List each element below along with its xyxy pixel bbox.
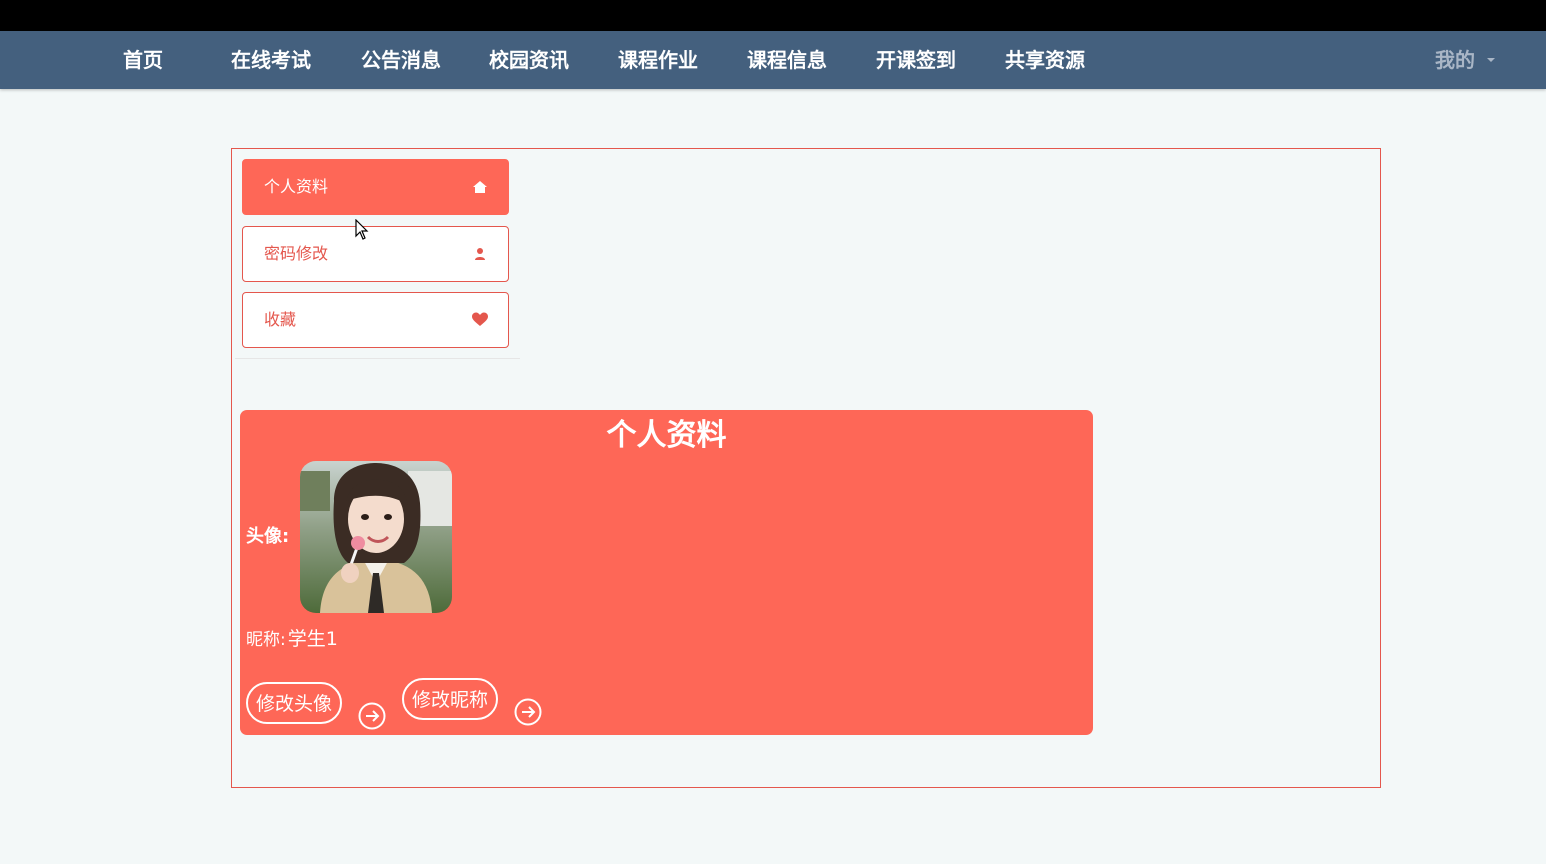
home-icon [473,181,487,193]
chevron-down-icon [1487,57,1495,62]
side-menu-item-label: 密码修改 [264,244,329,263]
nickname-value: 学生1 [287,628,338,650]
arrow-right-circle-icon[interactable] [358,702,386,730]
main-navbar: 首页 在线考试 公告消息 校园资讯 课程作业 课程信息 开课签到 共享资源 我的 [0,31,1546,89]
side-menu-item-favorites[interactable]: 收藏 [242,292,509,348]
nav-mine-dropdown[interactable]: 我的 [1435,31,1495,89]
nickname-row: 昵称: 学生1 [246,624,338,651]
side-menu-item-profile[interactable]: 个人资料 [242,159,509,215]
side-menu-item-label: 个人资料 [264,177,329,196]
nav-item-class-checkin[interactable]: 开课签到 [876,31,956,89]
change-avatar-button[interactable]: 修改头像 [246,682,343,724]
nav-item-campus-news[interactable]: 校园资讯 [489,31,569,89]
nav-item-course-homework[interactable]: 课程作业 [618,31,698,89]
profile-title: 个人资料 [606,418,727,453]
nav-item-announcements[interactable]: 公告消息 [361,31,441,89]
heart-icon [472,312,488,326]
profile-card: 个人资料 头像: 昵称: 学生1 修改头像 修改昵称 [240,410,1093,735]
arrow-right-circle-icon[interactable] [514,698,542,726]
avatar-label: 头像: [246,526,290,547]
nav-item-shared-resources[interactable]: 共享资源 [1005,31,1085,89]
top-black-bar [0,0,1546,31]
mouse-cursor-icon [355,219,369,240]
side-menu-item-password[interactable]: 密码修改 [242,226,509,282]
nav-item-online-exam[interactable]: 在线考试 [231,31,311,89]
side-menu-item-label: 收藏 [264,310,297,329]
nav-item-home[interactable]: 首页 [123,31,163,89]
avatar-photo [300,461,452,613]
change-nickname-button[interactable]: 修改昵称 [402,678,499,720]
user-icon [475,248,485,260]
nav-mine-label: 我的 [1435,48,1475,72]
nav-item-course-info[interactable]: 课程信息 [747,31,827,89]
nickname-label: 昵称: [246,630,286,650]
avatar [300,461,452,613]
